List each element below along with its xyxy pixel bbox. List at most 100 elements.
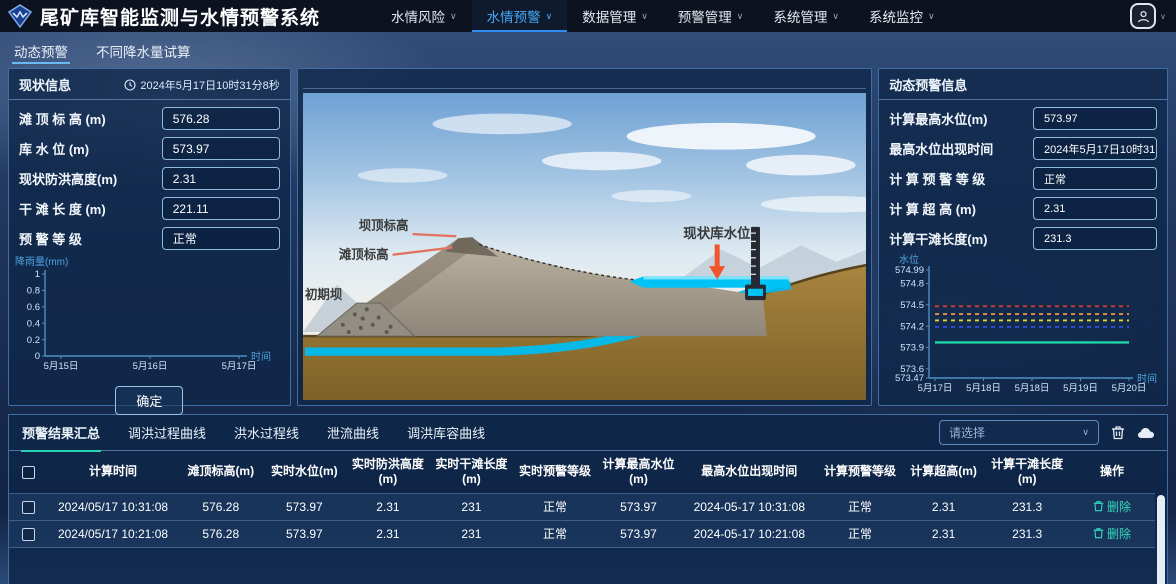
- cell: 正常: [818, 493, 902, 520]
- column-header: 实时预警等级: [513, 451, 597, 493]
- field-label: 库 水 位 (m): [19, 139, 89, 158]
- nav-item-4[interactable]: 预警管理 ∨: [663, 0, 759, 32]
- row-checkbox[interactable]: [22, 528, 35, 541]
- svg-text:降雨量(mm): 降雨量(mm): [15, 255, 68, 268]
- select-all-checkbox[interactable]: [22, 466, 35, 479]
- field-label: 计 算 预 警 等 级: [889, 169, 985, 188]
- row-checkbox[interactable]: [22, 501, 35, 514]
- clock-icon: [124, 79, 136, 91]
- results-panel: 预警结果汇总调洪过程曲线洪水过程线泄流曲线调洪库容曲线 请选择 ∨ 计算时间滩顶…: [8, 414, 1168, 584]
- field-input[interactable]: 正常: [162, 227, 280, 250]
- subtab-bar: 动态预警不同降水量试算: [0, 32, 1176, 64]
- cell: 2.31: [902, 493, 986, 520]
- field-label: 干 滩 长 度 (m): [19, 199, 106, 218]
- dam-cross-section: 坝顶标高 滩顶标高 初期坝 现状库水位: [303, 93, 867, 400]
- field-input[interactable]: 573.97: [1033, 107, 1157, 130]
- field-label: 计算干滩长度(m): [889, 229, 987, 248]
- field-input[interactable]: 正常: [1033, 167, 1157, 190]
- results-table-wrap: 计算时间滩顶标高(m)实时水位(m)实时防洪高度 (m)实时干滩长度 (m)实时…: [9, 451, 1167, 548]
- field-input[interactable]: 231.3: [1033, 227, 1157, 250]
- field-row: 现状防洪高度(m)2.31: [19, 167, 280, 190]
- cell: 2024/05/17 10:21:08: [47, 520, 179, 547]
- svg-text:5月20日: 5月20日: [1112, 383, 1147, 394]
- chevron-down-icon[interactable]: ∨: [1160, 12, 1166, 21]
- chevron-down-icon: ∨: [1082, 427, 1089, 438]
- svg-text:5月15日: 5月15日: [44, 361, 79, 372]
- cell: 573.97: [597, 493, 681, 520]
- svg-text:573.9: 573.9: [900, 343, 924, 354]
- label-beach-crest: 滩顶标高: [339, 247, 389, 262]
- results-tab-4[interactable]: 泄流曲线: [326, 414, 380, 451]
- dynamic-warning-panel: 动态预警信息 计算最高水位(m)573.97 最高水位出现时间 2024年5月17日…: [878, 68, 1168, 406]
- delete-icon[interactable]: [1111, 425, 1125, 440]
- svg-text:0.8: 0.8: [27, 286, 40, 297]
- user-avatar[interactable]: [1130, 3, 1156, 29]
- label-current-level: 现状库水位: [683, 225, 750, 241]
- table-row: 2024/05/17 10:21:08576.28573.972.31231正常…: [9, 520, 1155, 547]
- results-tab-3[interactable]: 洪水过程线: [233, 414, 300, 451]
- field-input[interactable]: 2.31: [1033, 197, 1157, 220]
- svg-text:0.4: 0.4: [27, 318, 40, 329]
- column-header: 实时防洪高度 (m): [346, 451, 430, 493]
- nav-item-label: 水情预警: [487, 6, 541, 26]
- chevron-down-icon: ∨: [450, 11, 457, 22]
- select-placeholder: 请选择: [949, 424, 985, 441]
- results-tab-5[interactable]: 调洪库容曲线: [406, 414, 486, 451]
- warning-panel-title: 动态预警信息: [889, 75, 967, 94]
- status-panel-title: 现状信息: [19, 75, 71, 94]
- nav-item-3[interactable]: 数据管理∨: [567, 0, 663, 32]
- delete-button[interactable]: 删除: [1093, 525, 1131, 542]
- delete-button[interactable]: 删除: [1093, 498, 1131, 515]
- field-input[interactable]: 576.28: [162, 107, 280, 130]
- chevron-down-icon: ∨: [641, 11, 648, 22]
- field-input[interactable]: 2.31: [162, 167, 280, 190]
- cell: 231.3: [985, 520, 1069, 547]
- nav-item-1[interactable]: 水情风险∨: [376, 0, 472, 32]
- table-scrollbar[interactable]: [1157, 495, 1165, 584]
- chevron-down-icon: ∨: [737, 11, 744, 22]
- cell: 2024-05-17 10:31:08: [680, 493, 818, 520]
- column-header: 操作: [1069, 451, 1155, 493]
- nav-item-6[interactable]: 系统监控∨: [854, 0, 950, 32]
- svg-text:5月17日: 5月17日: [918, 383, 953, 394]
- diagram-header: [303, 73, 867, 89]
- column-header: 计算时间: [47, 451, 179, 493]
- field-row: 库 水 位 (m) 573.97: [19, 137, 280, 160]
- field-label: 最高水位出现时间: [889, 139, 993, 158]
- label-initial-dam: 初期坝: [305, 287, 343, 302]
- nav-item-2[interactable]: 水情预警 ∨: [472, 0, 568, 32]
- result-select[interactable]: 请选择 ∨: [939, 420, 1099, 445]
- delete-label: 删除: [1107, 498, 1131, 515]
- svg-text:574.99: 574.99: [895, 265, 924, 276]
- chevron-down-icon: ∨: [546, 11, 553, 22]
- label-dam-crest: 坝顶标高: [359, 218, 409, 233]
- cell: 2024/05/17 10:31:08: [47, 493, 179, 520]
- cell: 2.31: [346, 493, 430, 520]
- row-checkbox-cell: [9, 493, 47, 520]
- nav-item-label: 预警管理: [678, 6, 732, 26]
- water-level-chart: 水位时间573.47573.6573.9574.2574.5574.8574.9…: [883, 252, 1165, 404]
- cloud-download-icon[interactable]: [1137, 426, 1155, 439]
- results-tab-1[interactable]: 预警结果汇总: [21, 414, 101, 451]
- column-header: 实时干滩长度 (m): [430, 451, 514, 493]
- subtab-2[interactable]: 不同降水量试算: [94, 39, 193, 64]
- field-row: 预 警 等 级正常: [19, 227, 280, 250]
- field-row: 最高水位出现时间 2024年5月17日10时31:: [889, 137, 1157, 160]
- svg-text:574.8: 574.8: [900, 279, 924, 290]
- svg-text:574.5: 574.5: [900, 300, 924, 311]
- field-input[interactable]: 2024年5月17日10时31:: [1033, 137, 1157, 160]
- field-input[interactable]: 221.11: [162, 197, 280, 220]
- nav-item-5[interactable]: 系统管理∨: [758, 0, 854, 32]
- trash-icon: [1093, 500, 1104, 512]
- svg-text:5月16日: 5月16日: [133, 361, 168, 372]
- results-tab-2[interactable]: 调洪过程曲线: [127, 414, 207, 451]
- field-row: 计算最高水位(m)573.97: [889, 107, 1157, 130]
- chevron-down-icon: ∨: [832, 11, 839, 22]
- column-header: 计算最高水位 (m): [597, 451, 681, 493]
- confirm-button[interactable]: 确定: [115, 386, 183, 415]
- dam-diagram-panel: 坝顶标高 滩顶标高 初期坝 现状库水位: [297, 68, 873, 406]
- cell: 231: [430, 520, 514, 547]
- field-label: 滩 顶 标 高 (m): [19, 109, 106, 128]
- field-input[interactable]: 573.97: [162, 137, 280, 160]
- subtab-1[interactable]: 动态预警: [12, 39, 70, 64]
